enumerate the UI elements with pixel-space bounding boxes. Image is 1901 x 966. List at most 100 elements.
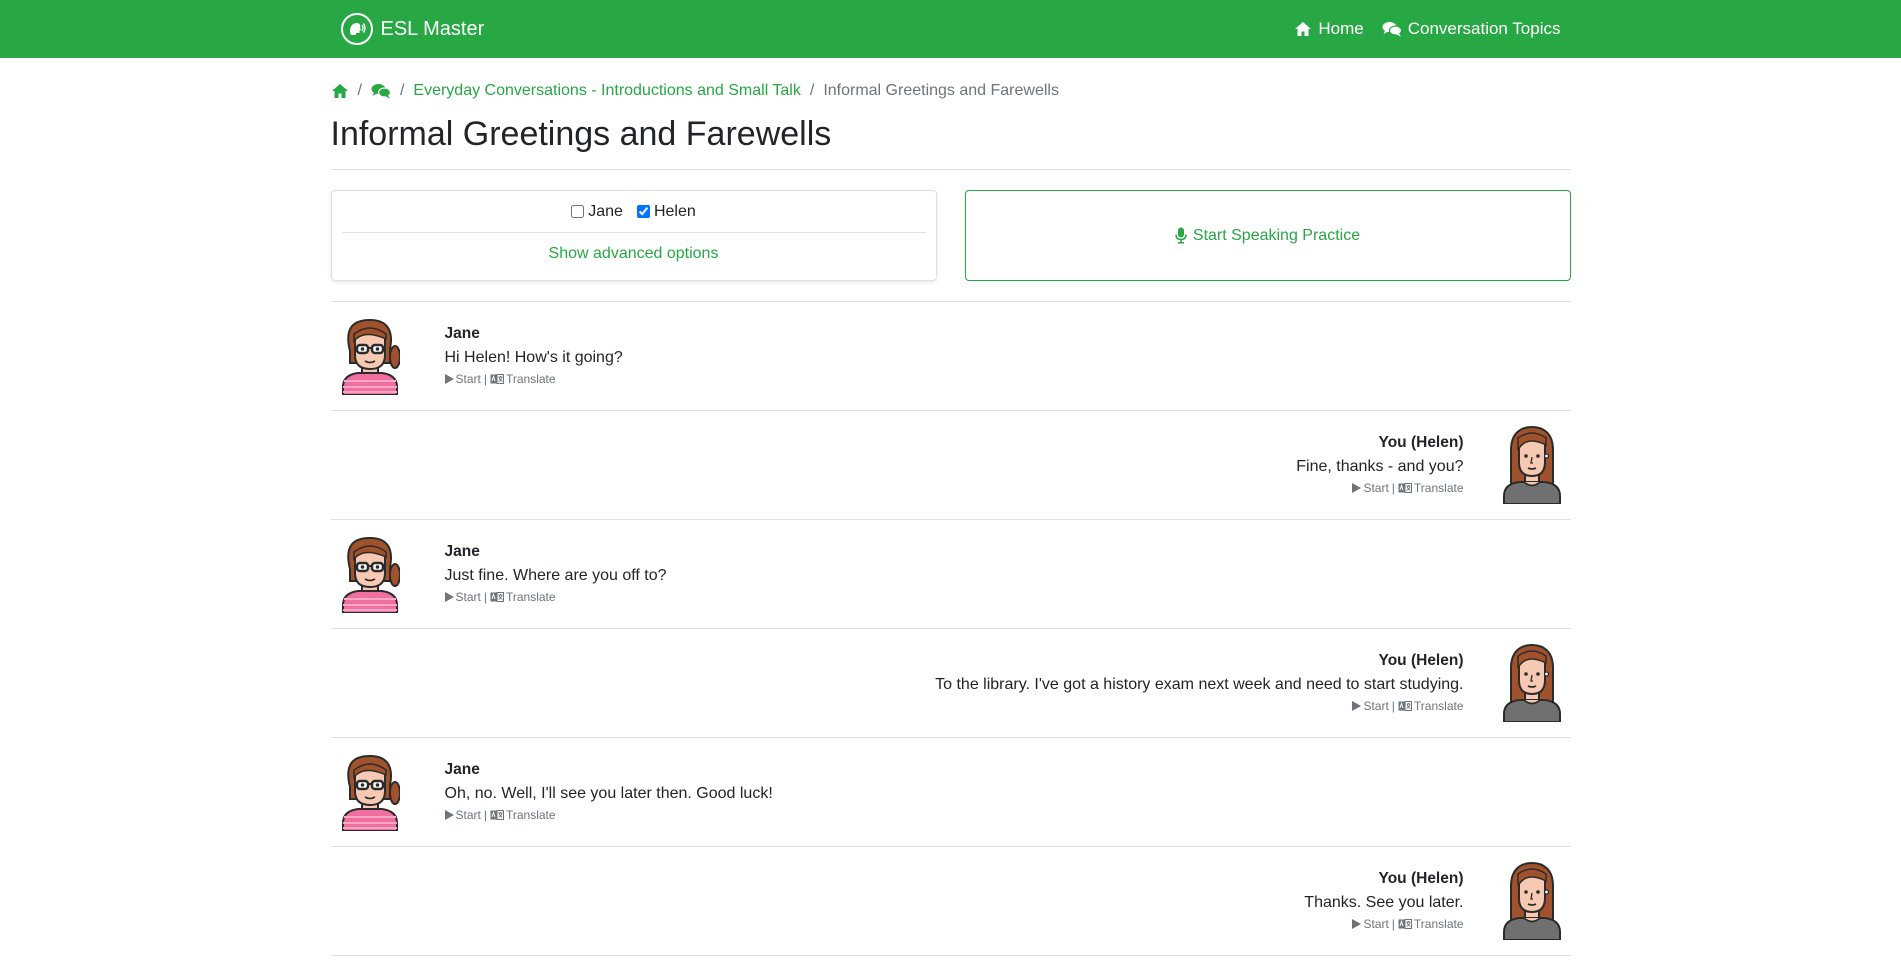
dialog-text: To the library. I've got a history exam … [935,675,1464,693]
action-separator: | [1391,916,1395,931]
start-audio-label: Start [455,807,481,822]
start-audio-label: Start [455,371,481,386]
translate-label: Translate [505,371,556,386]
role-option-helen[interactable]: Helen [636,202,696,221]
jane-avatar-icon [341,536,400,613]
speaker-name: Jane [444,760,480,778]
line-actions: Start | Translate [1352,916,1464,933]
start-audio-button[interactable]: Start [1352,480,1389,497]
translate-button[interactable]: Translate [490,807,556,824]
dialog-message: You (Helen) To the library. I've got a hi… [935,650,1463,717]
nav-topics-label: Conversation Topics [1407,19,1561,38]
breadcrumb-home-link[interactable] [331,83,349,99]
navbar-inner: ESL Master Home Conversation Topics [331,13,1571,45]
play-icon [1352,701,1362,712]
action-separator: | [483,807,487,822]
dialog-message: You (Helen) Fine, thanks - and you? Start |… [1296,432,1463,499]
dialog-message: Jane Hi Helen! How's it going? Start | Trans… [444,323,623,390]
dialog-message: You (Helen) Thanks. See you later. Start | T… [1304,868,1463,935]
role-label-jane: Jane [588,202,623,220]
dialog-turn: Jane Oh, no. Well, I'll see you later the… [330,738,1571,847]
jane-avatar-icon [341,754,400,831]
helen-avatar-icon [1502,426,1561,504]
role-selection-card: Jane Helen Show advanced options [330,190,937,281]
speaker-name: Jane [444,542,480,560]
action-separator: | [1391,698,1395,713]
nav-links: Home Conversation Topics [1294,19,1561,39]
dialog-text: Thanks. See you later. [1304,893,1464,911]
line-actions: Start | Translate [1352,480,1464,497]
start-audio-button[interactable]: Start [444,807,481,824]
speaker-name: You (Helen) [1378,433,1464,451]
speaker-name: You (Helen) [1378,869,1464,887]
play-icon [1352,919,1362,930]
start-audio-button[interactable]: Start [1352,916,1389,933]
home-icon [1295,22,1312,36]
breadcrumb-category-link[interactable]: Everyday Conversations - Introductions a… [413,82,800,100]
translate-button[interactable]: Translate [490,589,556,606]
start-audio-button[interactable]: Start [444,371,481,388]
role-checkbox-row: Jane Helen [341,191,926,233]
play-icon [444,810,454,821]
play-icon [1352,483,1362,494]
translate-button[interactable]: Translate [490,371,556,388]
translate-label: Translate [1413,698,1464,713]
translate-button[interactable]: Translate [1398,480,1464,497]
speaker-name: Jane [444,324,480,342]
translate-label: Translate [505,807,556,822]
translate-button[interactable]: Translate [1398,916,1464,933]
language-icon [1398,701,1412,712]
dialog-message: Jane Oh, no. Well, I'll see you later the… [444,759,773,826]
action-separator: | [483,371,487,386]
dialog-text: Just fine. Where are you off to? [444,566,667,584]
action-separator: | [483,589,487,604]
comments-icon [371,83,391,98]
start-audio-label: Start [455,589,481,604]
breadcrumb-separator: / [357,81,362,99]
role-checkbox-jane[interactable] [571,205,585,218]
role-label-helen: Helen [653,202,696,220]
top-navbar: ESL Master Home Conversation Topics [0,0,1901,58]
dialog-turn: You (Helen) Fine, thanks - and you? Start |… [330,411,1571,520]
page-title: Informal Greetings and Farewells [330,104,1571,170]
language-icon [1398,483,1412,494]
breadcrumb-current: Informal Greetings and Farewells [823,81,1059,99]
dialog-list: Jane Hi Helen! How's it going? Start | Trans… [330,301,1571,956]
brand-link[interactable]: ESL Master [340,13,485,45]
dialog-turn: Jane Just fine. Where are you off to? Star… [330,520,1571,629]
brand-name: ESL Master [380,17,485,40]
nav-home-label: Home [1318,19,1364,38]
main-content: / / Everyday Conversations - Introductio… [330,58,1571,956]
language-icon [490,592,504,603]
line-actions: Start | Translate [1352,698,1464,715]
breadcrumb-topics-link[interactable] [371,83,391,99]
start-audio-label: Start [1363,916,1389,931]
helen-avatar-icon [1502,862,1561,940]
role-option-jane[interactable]: Jane [571,203,623,221]
start-audio-button[interactable]: Start [444,589,481,606]
dialog-turn: You (Helen) Thanks. See you later. Start | T… [330,847,1571,956]
dialog-text: Fine, thanks - and you? [1296,457,1464,475]
play-icon [444,374,454,385]
comments-icon [1382,22,1402,37]
practice-controls: Jane Helen Show advanced options Start S… [330,190,1571,281]
start-speaking-practice-button[interactable]: Start Speaking Practice [964,190,1571,281]
speaking-head-logo-icon [340,13,373,45]
microphone-icon [1175,227,1187,244]
translate-button[interactable]: Translate [1398,698,1464,715]
translate-label: Translate [505,589,556,604]
start-audio-label: Start [1363,480,1389,495]
nav-topics-link[interactable]: Conversation Topics [1382,19,1561,39]
role-checkbox-helen[interactable] [636,205,650,218]
translate-label: Translate [1413,916,1464,931]
breadcrumb-separator: / [399,81,405,99]
dialog-turn: You (Helen) To the library. I've got a hi… [330,629,1571,738]
dialog-text: Hi Helen! How's it going? [444,348,623,366]
show-advanced-options-link[interactable]: Show advanced options [342,233,926,263]
speaker-name: You (Helen) [1378,651,1464,669]
start-audio-button[interactable]: Start [1352,698,1389,715]
nav-home-link[interactable]: Home [1294,19,1364,39]
action-separator: | [1391,480,1395,495]
language-icon [490,810,504,821]
dialog-turn: Jane Hi Helen! How's it going? Start | Trans… [330,302,1571,411]
